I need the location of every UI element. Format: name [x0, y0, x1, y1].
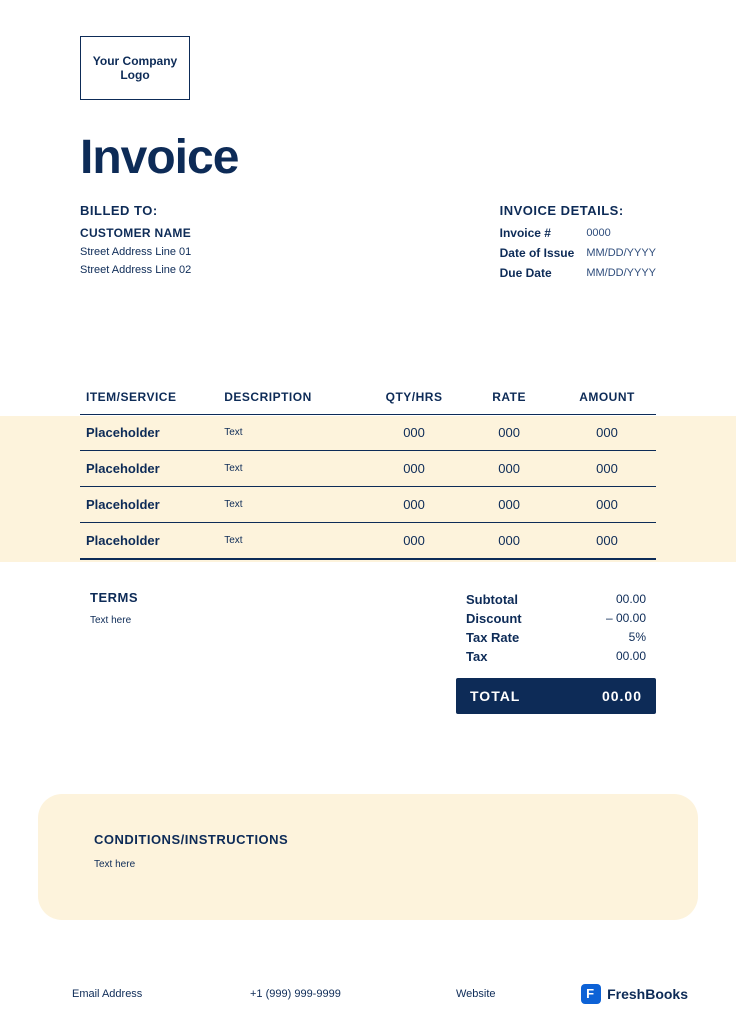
taxrate-label: Tax Rate [466, 630, 519, 645]
cell-rate: 000 [460, 451, 558, 487]
terms-text: Text here [90, 615, 339, 626]
cell-amount: 000 [558, 523, 656, 560]
customer-name: CUSTOMER NAME [80, 226, 191, 240]
billed-to-label: BILLED TO: [80, 203, 191, 218]
total-label: TOTAL [470, 688, 520, 704]
totals-block: Subtotal 00.00 Discount – 00.00 Tax Rate… [456, 590, 656, 714]
footer-phone: +1 (999) 999-9999 [250, 988, 456, 1000]
info-row: BILLED TO: CUSTOMER NAME Street Address … [80, 203, 656, 282]
col-item: ITEM/SERVICE [80, 382, 218, 415]
tax-value: 00.00 [616, 649, 646, 664]
freshbooks-brand: FreshBooks [581, 984, 688, 1004]
conditions-label: CONDITIONS/INSTRUCTIONS [94, 832, 642, 847]
address-line-2: Street Address Line 02 [80, 264, 191, 276]
cell-description: Text [218, 523, 368, 560]
footer: Email Address +1 (999) 999-9999 Website … [72, 984, 688, 1004]
freshbooks-label: FreshBooks [607, 986, 688, 1002]
due-date-value: MM/DD/YYYY [586, 267, 656, 279]
billed-to-block: BILLED TO: CUSTOMER NAME Street Address … [80, 203, 191, 282]
invoice-number-value: 0000 [586, 227, 656, 239]
cell-rate: 000 [460, 415, 558, 451]
subtotal-label: Subtotal [466, 592, 518, 607]
taxrate-value: 5% [629, 630, 646, 645]
table-row: PlaceholderText000000000 [80, 451, 656, 487]
address-line-1: Street Address Line 01 [80, 246, 191, 258]
conditions-text: Text here [94, 859, 642, 870]
cell-qty: 000 [368, 523, 460, 560]
company-logo-placeholder: Your Company Logo [80, 36, 190, 100]
table-row: PlaceholderText000000000 [80, 415, 656, 451]
cell-item: Placeholder [80, 415, 218, 451]
cell-description: Text [218, 487, 368, 523]
line-items-table: ITEM/SERVICE DESCRIPTION QTY/HRS RATE AM… [80, 382, 656, 560]
table-header-row: ITEM/SERVICE DESCRIPTION QTY/HRS RATE AM… [80, 382, 656, 415]
footer-email: Email Address [72, 988, 250, 1000]
cell-item: Placeholder [80, 451, 218, 487]
cell-rate: 000 [460, 523, 558, 560]
date-of-issue-label: Date of Issue [500, 246, 575, 260]
cell-description: Text [218, 415, 368, 451]
cell-qty: 000 [368, 415, 460, 451]
cell-description: Text [218, 451, 368, 487]
discount-value: – 00.00 [606, 611, 646, 626]
table-row: PlaceholderText000000000 [80, 523, 656, 560]
total-value: 00.00 [602, 688, 642, 704]
discount-label: Discount [466, 611, 522, 626]
cell-item: Placeholder [80, 487, 218, 523]
cell-rate: 000 [460, 487, 558, 523]
page-title: Invoice [80, 130, 656, 185]
cell-item: Placeholder [80, 523, 218, 560]
cell-amount: 000 [558, 415, 656, 451]
col-qty: QTY/HRS [368, 382, 460, 415]
col-rate: RATE [460, 382, 558, 415]
invoice-details-label: INVOICE DETAILS: [500, 203, 656, 218]
conditions-block: CONDITIONS/INSTRUCTIONS Text here [38, 794, 698, 920]
cell-qty: 000 [368, 451, 460, 487]
cell-qty: 000 [368, 487, 460, 523]
terms-block: TERMS Text here [80, 590, 339, 714]
invoice-number-label: Invoice # [500, 226, 575, 240]
freshbooks-icon [581, 984, 601, 1004]
date-of-issue-value: MM/DD/YYYY [586, 247, 656, 259]
cell-amount: 000 [558, 487, 656, 523]
col-amount: AMOUNT [558, 382, 656, 415]
footer-website: Website [456, 988, 581, 1000]
company-logo-text: Your Company Logo [81, 54, 189, 82]
table-row: PlaceholderText000000000 [80, 487, 656, 523]
terms-label: TERMS [90, 590, 339, 605]
cell-amount: 000 [558, 451, 656, 487]
due-date-label: Due Date [500, 266, 575, 280]
tax-label: Tax [466, 649, 487, 664]
subtotal-value: 00.00 [616, 592, 646, 607]
col-description: DESCRIPTION [218, 382, 368, 415]
total-bar: TOTAL 00.00 [456, 678, 656, 714]
invoice-details-block: INVOICE DETAILS: Invoice # 0000 Date of … [500, 203, 656, 282]
